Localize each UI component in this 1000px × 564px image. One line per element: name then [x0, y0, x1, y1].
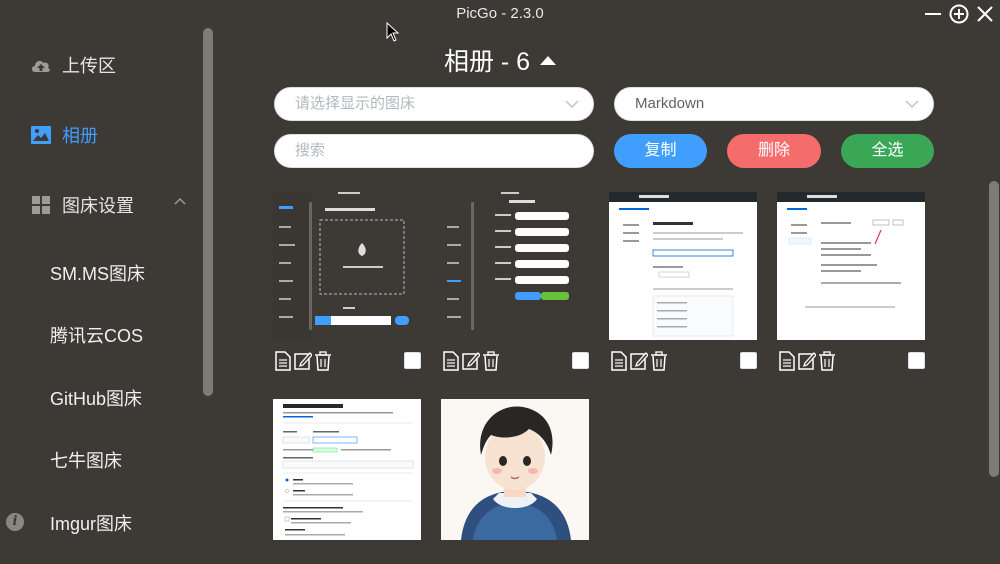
image-checkbox[interactable]	[404, 352, 421, 369]
sidebar-item-label: 相册	[62, 126, 98, 146]
maximize-button[interactable]	[949, 4, 969, 24]
sidebar-item-picbed-settings[interactable]: 图床设置	[30, 192, 134, 218]
gallery-image[interactable]	[273, 399, 421, 540]
github-repo-page-thumbnail	[609, 192, 757, 340]
trash-icon[interactable]	[650, 351, 670, 371]
sidebar-item-github[interactable]: GitHub图床	[50, 385, 142, 411]
edit-icon[interactable]	[294, 351, 314, 371]
sidebar-item-tencent-cos[interactable]: 腾讯云COS	[50, 322, 143, 348]
image-checkbox[interactable]	[572, 352, 589, 369]
github-repo-page-thumbnail	[777, 192, 925, 340]
picgo-upload-screenshot-thumbnail	[273, 192, 421, 340]
search-input[interactable]: 搜索	[274, 134, 594, 168]
gallery-image[interactable]	[777, 192, 925, 340]
sidebar-item-label: 图床设置	[62, 196, 134, 216]
format-select[interactable]: Markdown	[614, 87, 934, 121]
gallery-image[interactable]	[273, 192, 421, 340]
plus-circle-icon	[949, 4, 969, 24]
title-bar: PicGo - 2.3.0	[0, 0, 1000, 28]
picture-icon	[30, 124, 52, 146]
image-toolbar	[274, 351, 334, 371]
minimize-button[interactable]	[923, 4, 943, 24]
file-copy-icon[interactable]	[778, 351, 798, 371]
image-toolbar	[610, 351, 670, 371]
picbed-select-placeholder: 请选择显示的图床	[295, 95, 416, 112]
sidebar: 上传区 相册 图床设置 SM.MS图床 腾讯云COS GitHub图床 七牛图床…	[0, 28, 215, 564]
close-button[interactable]	[975, 4, 995, 24]
copy-button[interactable]: 复制	[614, 134, 707, 168]
image-checkbox[interactable]	[740, 352, 757, 369]
github-create-repository-thumbnail	[273, 399, 421, 540]
sidebar-item-smms[interactable]: SM.MS图床	[50, 260, 145, 286]
file-copy-icon[interactable]	[274, 351, 294, 371]
image-checkbox[interactable]	[908, 352, 925, 369]
edit-icon[interactable]	[630, 351, 650, 371]
grid-icon	[30, 194, 52, 216]
sidebar-item-qiniu[interactable]: 七牛图床	[50, 447, 122, 473]
gallery-image[interactable]	[441, 399, 589, 540]
sidebar-item-imgur[interactable]: Imgur图床	[50, 510, 132, 536]
image-toolbar	[778, 351, 838, 371]
mouse-cursor-icon	[386, 22, 400, 42]
format-select-value: Markdown	[635, 95, 705, 112]
chevron-down-icon	[905, 100, 919, 109]
chevron-up-icon[interactable]	[174, 197, 186, 205]
image-toolbar	[442, 351, 502, 371]
picbed-select[interactable]: 请选择显示的图床	[274, 87, 594, 121]
cartoon-avatar-thumbnail	[441, 399, 589, 540]
main-scrollbar[interactable]	[989, 181, 999, 477]
sidebar-scrollbar[interactable]	[203, 28, 213, 396]
select-all-button[interactable]: 全选	[841, 134, 934, 168]
edit-icon[interactable]	[798, 351, 818, 371]
picgo-github-settings-thumbnail	[441, 192, 589, 340]
page-title: 相册 - 6	[0, 42, 1000, 78]
delete-button[interactable]: 删除	[727, 134, 821, 168]
edit-icon[interactable]	[462, 351, 482, 371]
chevron-down-icon	[565, 100, 579, 109]
trash-icon[interactable]	[818, 351, 838, 371]
info-icon[interactable]: i	[6, 513, 24, 531]
close-icon	[977, 6, 993, 22]
minimize-icon	[925, 13, 941, 15]
gallery-image[interactable]	[441, 192, 589, 340]
file-copy-icon[interactable]	[610, 351, 630, 371]
album-title-text: 相册 - 6	[443, 48, 531, 76]
file-copy-icon[interactable]	[442, 351, 462, 371]
gallery-image[interactable]	[609, 192, 757, 340]
window-title: PicGo - 2.3.0	[456, 5, 544, 22]
sidebar-item-album[interactable]: 相册	[30, 122, 98, 148]
trash-icon[interactable]	[482, 351, 502, 371]
trash-icon[interactable]	[314, 351, 334, 371]
caret-up-icon[interactable]	[540, 56, 557, 65]
